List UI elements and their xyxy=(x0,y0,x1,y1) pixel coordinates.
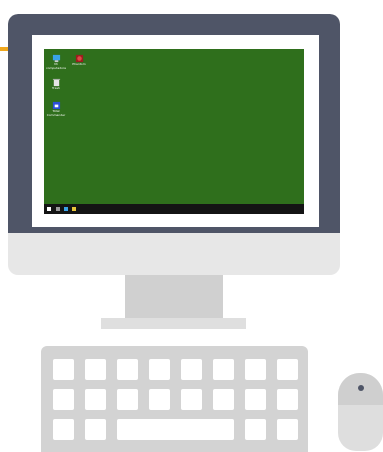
search-icon[interactable] xyxy=(56,207,60,211)
keyboard-key[interactable] xyxy=(149,359,170,380)
desktop-icon-phantom[interactable]: Phantom xyxy=(67,54,91,67)
keyboard-key[interactable] xyxy=(245,419,266,440)
desktop-icon-trash[interactable]: Trash xyxy=(44,78,68,91)
keyboard-key[interactable] xyxy=(181,389,202,410)
keyboard-key[interactable] xyxy=(277,389,298,410)
desktop-icon-label: Mi computadora xyxy=(45,62,67,70)
keyboard-key[interactable] xyxy=(213,359,234,380)
keyboard-key[interactable] xyxy=(85,419,106,440)
keyboard-key[interactable] xyxy=(181,359,202,380)
keyboard-key[interactable] xyxy=(53,389,74,410)
monitor: Mi computadora Phantom Trash Total Comma… xyxy=(8,14,340,275)
keyboard-key[interactable] xyxy=(53,419,74,440)
keyboard-key[interactable] xyxy=(245,389,266,410)
monitor-stand-base xyxy=(101,318,246,329)
start-icon[interactable] xyxy=(47,207,51,211)
mouse-wheel[interactable] xyxy=(358,385,364,391)
desktop-icon-computer[interactable]: Mi computadora xyxy=(44,54,68,70)
mouse[interactable] xyxy=(338,373,383,451)
keyboard-key[interactable] xyxy=(277,419,298,440)
screen: Mi computadora Phantom Trash Total Comma… xyxy=(32,35,319,227)
desktop-icon-total-commander[interactable]: Total Commander xyxy=(44,101,68,117)
monitor-bezel: Mi computadora Phantom Trash Total Comma… xyxy=(8,14,340,233)
spacebar-key[interactable] xyxy=(117,419,234,440)
keyboard-key[interactable] xyxy=(85,389,106,410)
task-view-icon[interactable] xyxy=(64,207,68,211)
taskbar xyxy=(44,204,304,214)
keyboard-key[interactable] xyxy=(53,359,74,380)
keyboard xyxy=(41,346,308,452)
keyboard-key[interactable] xyxy=(213,389,234,410)
keyboard-key[interactable] xyxy=(117,359,138,380)
keyboard-key[interactable] xyxy=(85,359,106,380)
desktop: Mi computadora Phantom Trash Total Comma… xyxy=(44,49,304,204)
desktop-icon-label: Total Commander xyxy=(46,109,66,117)
desktop-icon-label: Phantom xyxy=(72,62,86,66)
folder-icon[interactable] xyxy=(72,207,76,211)
keyboard-key[interactable] xyxy=(149,389,170,410)
keyboard-key[interactable] xyxy=(277,359,298,380)
desktop-icon-label: Trash xyxy=(52,86,60,90)
keyboard-key[interactable] xyxy=(117,389,138,410)
monitor-stand-neck xyxy=(125,275,223,318)
keyboard-key[interactable] xyxy=(245,359,266,380)
